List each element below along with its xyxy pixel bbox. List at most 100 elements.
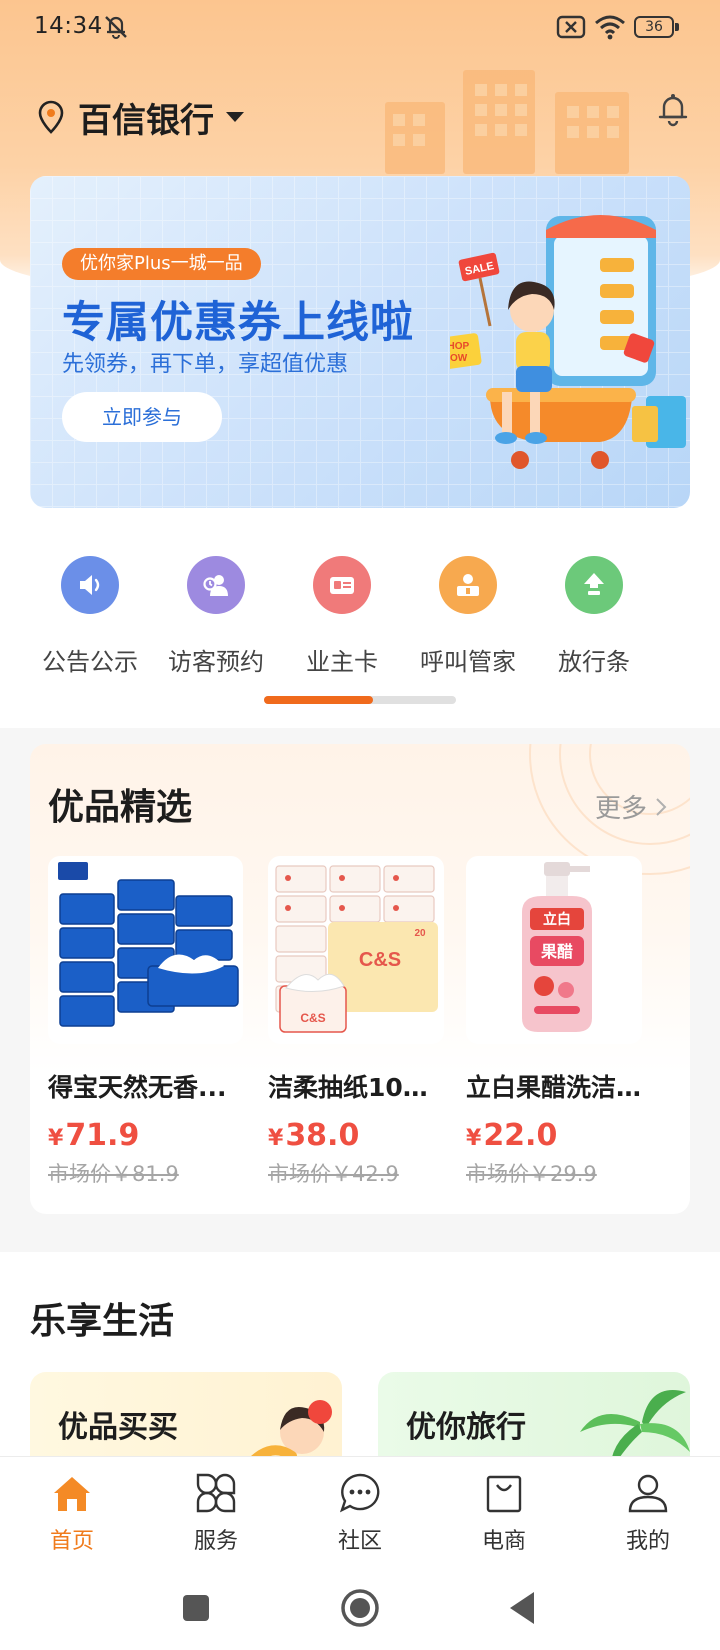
price-value: 71.9 [65, 1118, 140, 1153]
brand-text: C&S [359, 949, 401, 971]
price-currency: ¥ [48, 1126, 64, 1151]
nav-home[interactable]: 首页 [0, 1457, 144, 1565]
status-time: 14:34 [34, 13, 103, 39]
brand-text-small: C&S [300, 1011, 325, 1025]
owner-card-icon [330, 577, 354, 594]
lifestyle-card-title: 优品买买 [58, 1410, 178, 1445]
home-icon [54, 1477, 90, 1511]
nav-label: 首页 [49, 1529, 94, 1554]
banner-title: 专属优惠券上线啦 [62, 298, 414, 348]
product-name: 立白果醋洗洁... [466, 1073, 642, 1102]
nav-label: 我的 [625, 1529, 670, 1554]
profile-icon [628, 1474, 668, 1513]
quick-menu-page-indicator [264, 696, 456, 704]
product-price: ¥38.0 [268, 1118, 359, 1153]
product-name: 洁柔抽纸100... [268, 1073, 444, 1102]
battery-level: 36 [645, 19, 663, 35]
join-now-button[interactable]: 立即参与 [62, 392, 222, 442]
product-image [48, 856, 243, 1044]
bottle-label-text: 果醋 [540, 942, 573, 961]
lifestyle-card-title: 优你旅行 [406, 1410, 526, 1445]
visitor-circle [187, 556, 245, 614]
app-screen: 14:34 36 百信银行 优你家Plus一城一品 专属优惠券上线啦 先领券，再… [0, 0, 720, 1650]
product-price: ¥22.0 [466, 1118, 557, 1153]
butler-icon [457, 574, 479, 596]
quick-item-label: 业主卡 [306, 648, 378, 676]
paper-tissue-image: C&S 20 C&S [275, 865, 438, 1033]
product-image: 立白 果醋 [466, 856, 642, 1044]
quick-item-announcements[interactable]: 公告公示 [24, 552, 156, 682]
bottle-brand-text: 立白 [543, 911, 571, 927]
notification-bell-icon[interactable] [656, 90, 690, 128]
promo-banner[interactable]: 优你家Plus一城一品 专属优惠券上线啦 先领券，再下单，享超值优惠 立即参与 … [30, 176, 690, 508]
nav-label: 电商 [481, 1529, 526, 1554]
price-currency: ¥ [466, 1126, 482, 1151]
battery-indicator: 36 [634, 16, 680, 38]
product-card[interactable]: C&S 20 C&S 洁柔抽纸100... ¥38.0 市场价￥42.9 [268, 856, 444, 1186]
price-currency: ¥ [268, 1126, 284, 1151]
location-name: 百信银行 [78, 100, 214, 141]
featured-products-card: 优品精选 更多 得宝天然无香... ¥71.9 市场价￥81.9 C&S 20 … [30, 744, 690, 1214]
chevron-right-icon [656, 797, 667, 816]
location-selector[interactable]: 百信银行 [36, 92, 246, 142]
product-card[interactable]: 得宝天然无香... ¥71.9 市场价￥81.9 [48, 856, 243, 1186]
bottom-navigation: 首页 服务 社区 电商 我的 [0, 1456, 720, 1564]
status-bar: 14:34 36 [0, 0, 720, 56]
more-label: 更多 [595, 794, 648, 824]
quick-item-owner-card[interactable]: 业主卡 [276, 552, 408, 682]
pass-slip-circle [565, 556, 623, 614]
market-price: 市场价￥81.9 [48, 1162, 179, 1186]
wifi-icon [595, 15, 625, 40]
owner-card-circle [313, 556, 371, 614]
nav-community[interactable]: 社区 [288, 1457, 432, 1565]
product-card[interactable]: 立白 果醋 立白果醋洗洁... ¥22.0 市场价￥29.9 [466, 856, 642, 1186]
shop-sign-line2: NOW [450, 353, 468, 364]
quick-item-label: 呼叫管家 [420, 648, 516, 676]
nav-label: 服务 [193, 1529, 238, 1554]
shopping-girl-illustration: SALE SHOP NOW [450, 215, 686, 469]
back-button[interactable] [502, 1586, 546, 1630]
nav-services[interactable]: 服务 [144, 1457, 288, 1565]
buildings-illustration [385, 70, 629, 174]
quick-item-pass-slip[interactable]: 放行条 [528, 552, 660, 682]
pass-slip-icon [584, 573, 604, 595]
market-price: 市场价￥29.9 [466, 1162, 597, 1186]
announcement-icon [80, 575, 100, 595]
product-price: ¥71.9 [48, 1118, 139, 1153]
featured-title: 优品精选 [48, 787, 193, 828]
quick-item-visitor[interactable]: 访客预约 [150, 552, 282, 682]
caret-down-icon [226, 112, 244, 122]
butler-circle [439, 556, 497, 614]
nav-profile[interactable]: 我的 [576, 1457, 720, 1565]
banner-tag: 优你家Plus一城一品 [62, 248, 261, 280]
no-sim-icon [556, 15, 586, 39]
community-icon [339, 1473, 380, 1513]
price-value: 38.0 [285, 1118, 360, 1153]
quick-item-call-butler[interactable]: 呼叫管家 [402, 552, 534, 682]
system-navigation-bar [0, 1564, 720, 1650]
mute-notification-icon [105, 16, 127, 39]
quick-item-label: 公告公示 [42, 648, 138, 676]
dish-soap-bottle-image: 立白 果醋 [522, 862, 592, 1032]
quick-menu: 公告公示 访客预约 业主卡 呼叫管家 放行条 [0, 552, 720, 682]
location-pin-icon [38, 100, 64, 134]
banner-subtitle: 先领券，再下单，享超值优惠 [62, 352, 349, 377]
nav-shop[interactable]: 电商 [432, 1457, 576, 1565]
lifestyle-title: 乐享生活 [30, 1301, 175, 1342]
home-button[interactable] [338, 1586, 382, 1630]
quick-item-label: 放行条 [558, 648, 630, 676]
recent-apps-button[interactable] [174, 1586, 218, 1630]
product-image: C&S 20 C&S [268, 856, 444, 1044]
market-price: 市场价￥42.9 [268, 1162, 399, 1186]
visitor-icon [203, 575, 228, 596]
services-icon [196, 1473, 236, 1513]
shop-sign-line1: SHOP [450, 341, 469, 352]
announcement-circle [61, 556, 119, 614]
tissue-pack-image [58, 862, 239, 1027]
more-link[interactable]: 更多 [595, 788, 669, 825]
page-indicator-fill [264, 696, 374, 704]
price-value: 22.0 [483, 1118, 558, 1153]
pack-count-text: 20 [414, 928, 426, 939]
shop-bag-icon [486, 1475, 522, 1513]
nav-label: 社区 [337, 1529, 382, 1554]
